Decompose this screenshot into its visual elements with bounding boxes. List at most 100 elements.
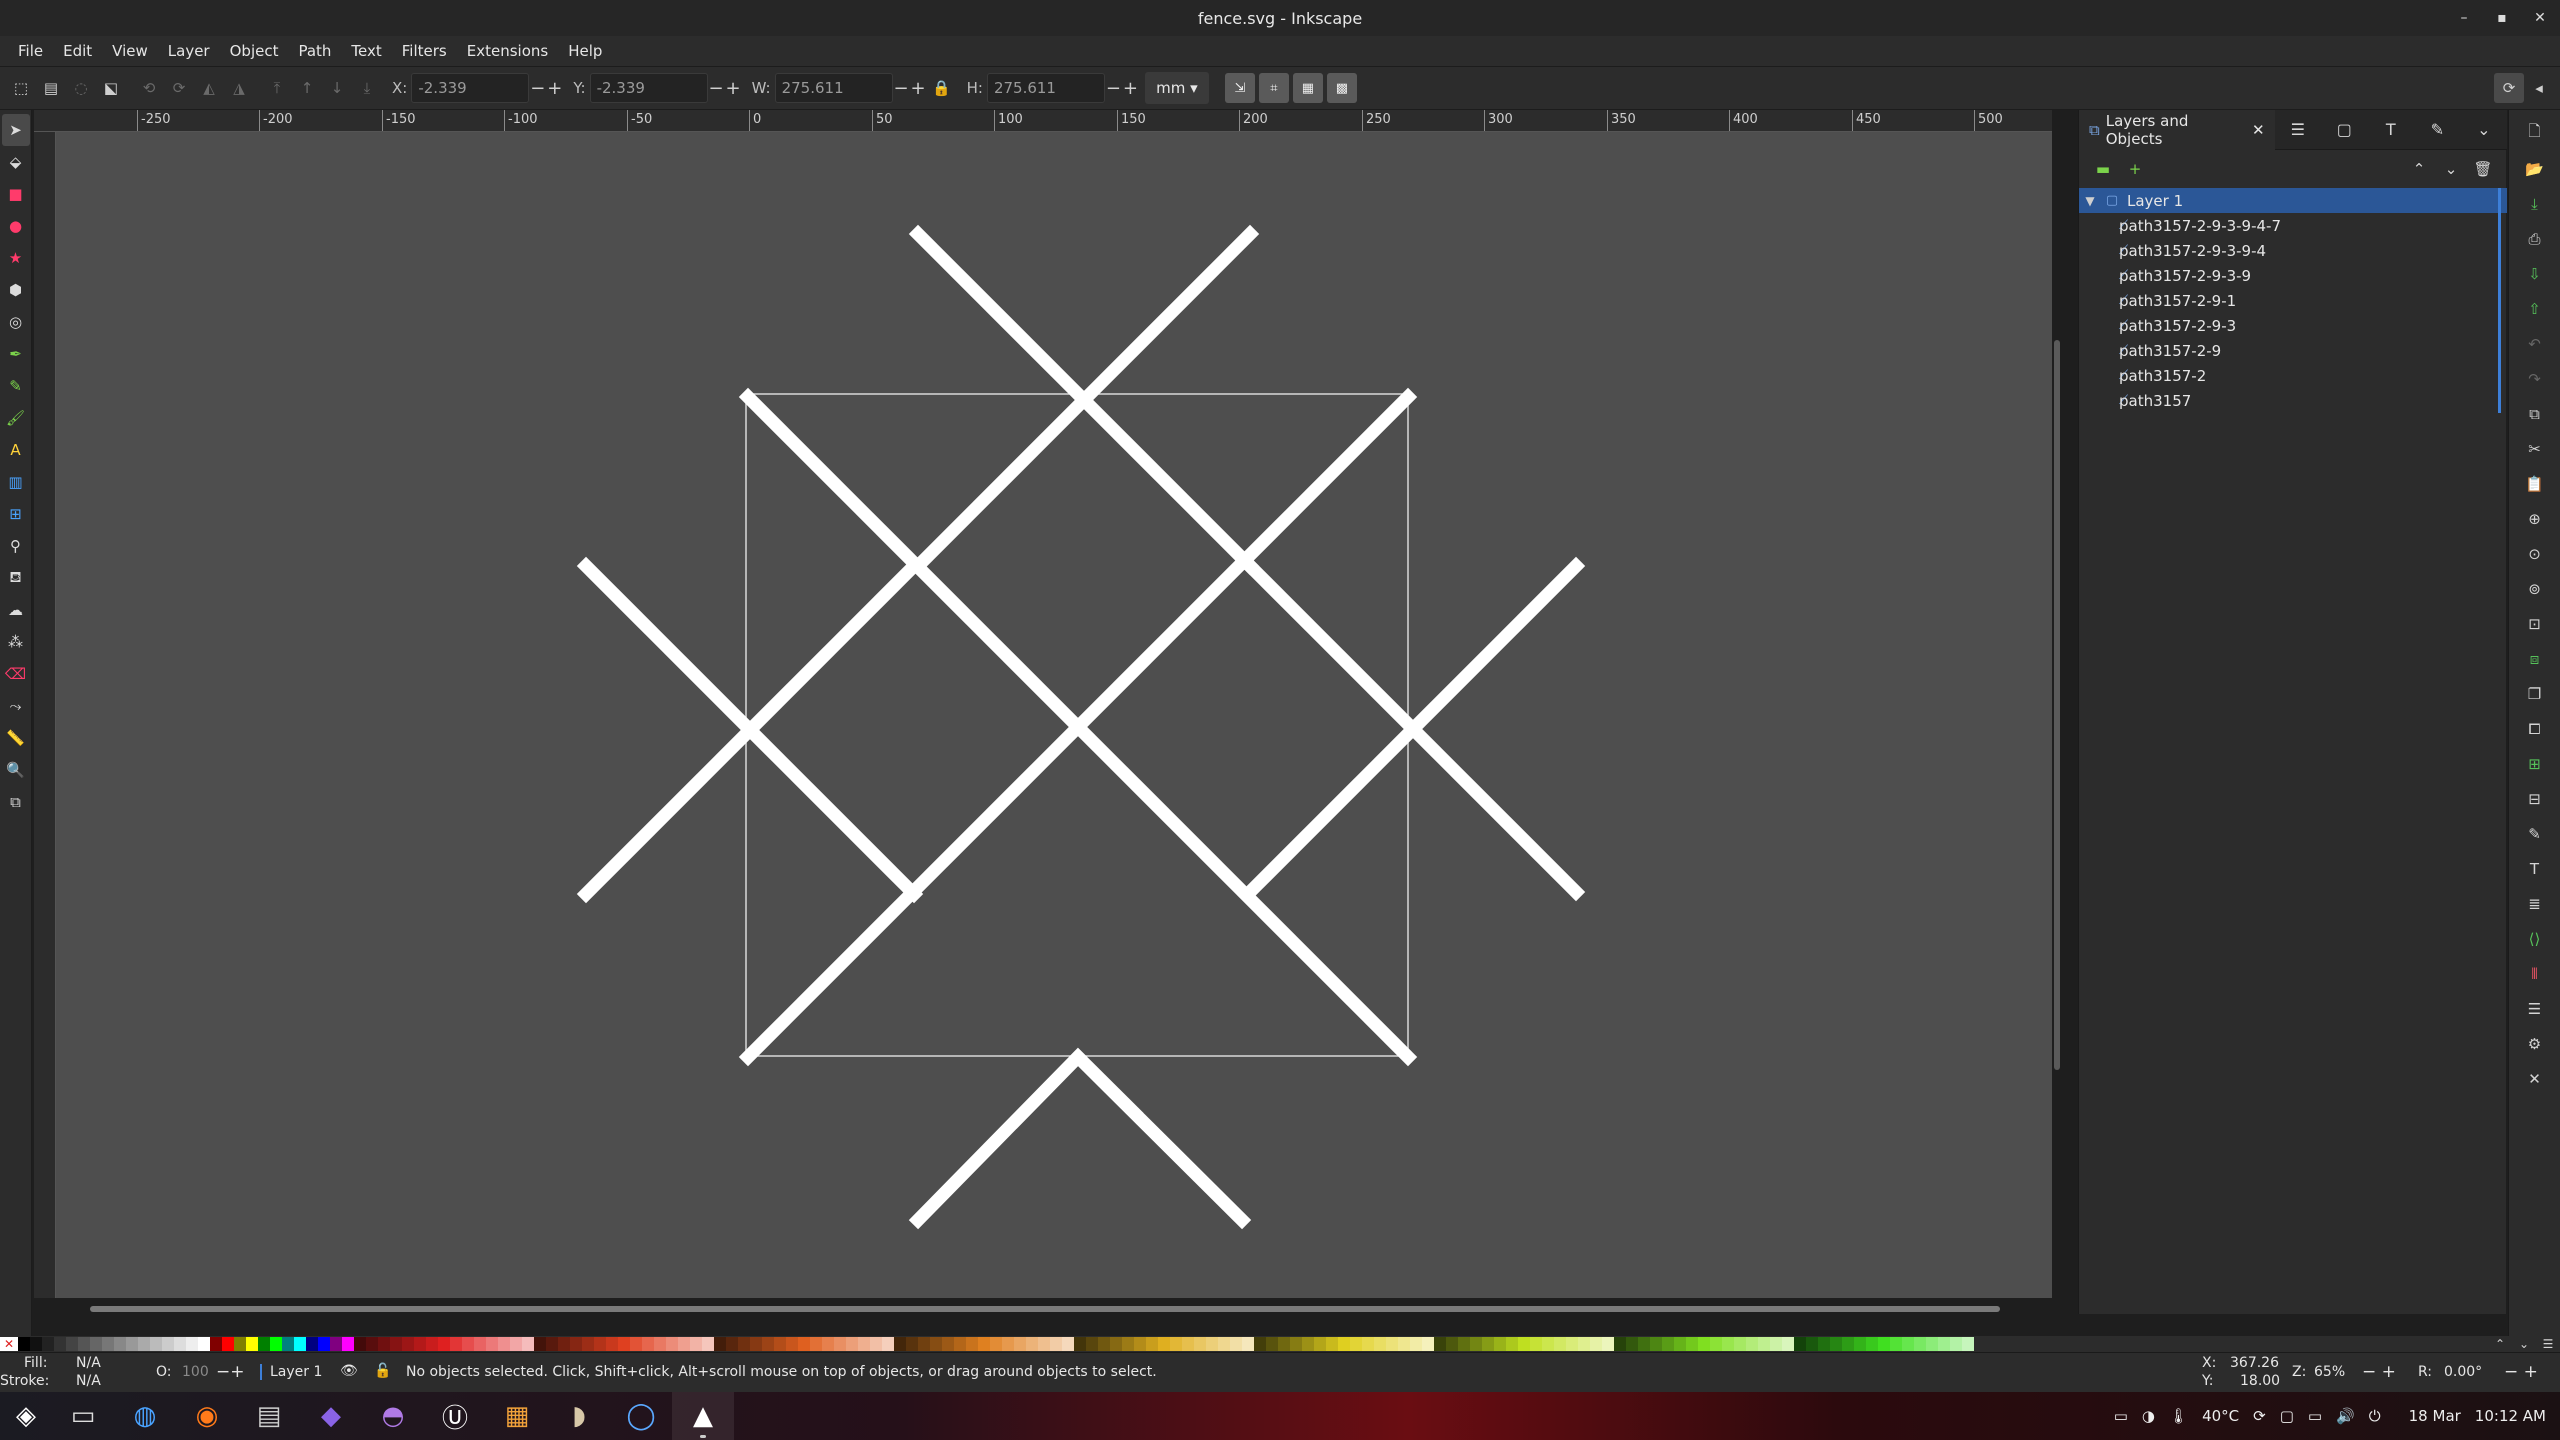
palette-swatch[interactable] xyxy=(1470,1337,1482,1351)
opacity-field[interactable]: 100 xyxy=(182,1364,209,1380)
palette-swatch[interactable] xyxy=(906,1337,918,1351)
palette-swatch[interactable] xyxy=(1254,1337,1266,1351)
vertical-ruler[interactable] xyxy=(34,132,56,1298)
palette-swatch[interactable] xyxy=(1146,1337,1158,1351)
palette-swatch[interactable] xyxy=(1602,1337,1614,1351)
palette-swatch[interactable] xyxy=(1710,1337,1722,1351)
palette-swatch[interactable] xyxy=(1914,1337,1926,1351)
zoom-page-icon[interactable]: ⊚ xyxy=(2519,571,2551,606)
snapping-icon[interactable]: ⟳ xyxy=(2494,73,2524,103)
import-icon[interactable]: ⇩ xyxy=(2519,256,2551,291)
palette-swatch[interactable] xyxy=(1674,1337,1686,1351)
palette-swatch[interactable] xyxy=(1014,1337,1026,1351)
transform-gradients-icon[interactable]: ▦ xyxy=(1292,73,1323,103)
palette-swatch[interactable] xyxy=(1230,1337,1242,1351)
zoom-tool-icon[interactable]: 🔍 xyxy=(2,754,30,786)
palette-swatch[interactable] xyxy=(42,1337,54,1351)
palette-swatch[interactable] xyxy=(678,1337,690,1351)
palette-swatch[interactable] xyxy=(1506,1337,1518,1351)
layers-dialog-icon[interactable]: ≣ xyxy=(2519,886,2551,921)
palette-swatch[interactable] xyxy=(966,1337,978,1351)
w-stepper[interactable]: − + xyxy=(893,78,927,99)
drawing-canvas[interactable] xyxy=(56,132,2052,1298)
gimp-icon[interactable]: ◗ xyxy=(548,1392,610,1440)
palette-swatch[interactable] xyxy=(1170,1337,1182,1351)
palette-swatch[interactable] xyxy=(282,1337,294,1351)
close-icon[interactable]: ✕ xyxy=(2528,6,2552,30)
palette-swatch[interactable] xyxy=(1578,1337,1590,1351)
palette-swatch[interactable] xyxy=(1866,1337,1878,1351)
palette-swatch[interactable] xyxy=(930,1337,942,1351)
palette-swatch[interactable] xyxy=(618,1337,630,1351)
palette-swatch[interactable] xyxy=(1926,1337,1938,1351)
add-layer-icon[interactable]: ▬ xyxy=(2087,154,2119,184)
unlink-clone-icon[interactable]: ⧠ xyxy=(2519,711,2551,746)
fence-line-9[interactable] xyxy=(908,1047,1088,1230)
palette-swatch[interactable] xyxy=(426,1337,438,1351)
zoom-selection-icon[interactable]: ⊕ xyxy=(2519,501,2551,536)
palette-swatch[interactable] xyxy=(30,1337,42,1351)
palette-swatch[interactable] xyxy=(1038,1337,1050,1351)
layer-row[interactable]: ▼ ▢ Layer 1 xyxy=(2079,188,2507,213)
palette-swatch[interactable] xyxy=(126,1337,138,1351)
calligraphy-tool-icon[interactable]: 🖌 xyxy=(2,402,30,434)
palette-swatch[interactable] xyxy=(1446,1337,1458,1351)
palette-swatch[interactable] xyxy=(1050,1337,1062,1351)
copy-icon[interactable]: ⧉ xyxy=(2519,396,2551,431)
fence-line-10[interactable] xyxy=(1068,1047,1252,1230)
palette-swatch[interactable] xyxy=(882,1337,894,1351)
palette-swatch[interactable] xyxy=(714,1337,726,1351)
palette-swatch[interactable] xyxy=(102,1337,114,1351)
palette-swatch[interactable] xyxy=(342,1337,354,1351)
palette-swatch[interactable] xyxy=(1854,1337,1866,1351)
palette-swatch[interactable] xyxy=(1830,1337,1842,1351)
fill-value[interactable]: N/A xyxy=(76,1355,101,1371)
snap-options-chevron-icon[interactable]: ◂ xyxy=(2524,73,2554,103)
document-properties-dialog-icon[interactable]: ☰ xyxy=(2519,991,2551,1026)
palette-swatch[interactable] xyxy=(702,1337,714,1351)
xml-editor-icon[interactable]: ⟨⟩ xyxy=(2519,921,2551,956)
palette-swatch[interactable] xyxy=(438,1337,450,1351)
palette-swatch[interactable] xyxy=(1194,1337,1206,1351)
palette-swatch[interactable] xyxy=(1410,1337,1422,1351)
print-icon[interactable]: ⎙ xyxy=(2519,221,2551,256)
palette-swatch[interactable] xyxy=(294,1337,306,1351)
palette-swatch[interactable] xyxy=(1590,1337,1602,1351)
palette-swatch[interactable] xyxy=(1770,1337,1782,1351)
zoom-stepper[interactable]: − + xyxy=(2362,1362,2396,1382)
palette-swatch[interactable] xyxy=(1302,1337,1314,1351)
palette-swatch[interactable] xyxy=(762,1337,774,1351)
palette-swatch[interactable] xyxy=(1746,1337,1758,1351)
notifications-icon[interactable]: ▭ xyxy=(2308,1407,2322,1425)
zoom-field[interactable]: 65% xyxy=(2314,1364,2345,1380)
group-icon[interactable]: ⊞ xyxy=(2519,746,2551,781)
panel-chevron-down-icon[interactable]: ⌄ xyxy=(2461,110,2507,150)
palette-swatch[interactable] xyxy=(1758,1337,1770,1351)
fill-stroke-dialog-icon[interactable]: ✎ xyxy=(2519,816,2551,851)
clipboard-icon[interactable]: ▢ xyxy=(2280,1407,2294,1425)
palette-swatch[interactable] xyxy=(594,1337,606,1351)
palette-swatch[interactable] xyxy=(570,1337,582,1351)
palette-swatch[interactable] xyxy=(366,1337,378,1351)
palette-swatch[interactable] xyxy=(306,1337,318,1351)
flip-horizontal-icon[interactable]: ◭ xyxy=(194,73,224,103)
unreal-engine-icon[interactable]: Ⓤ xyxy=(424,1392,486,1440)
palette-swatch[interactable] xyxy=(546,1337,558,1351)
palette-swatch[interactable] xyxy=(1626,1337,1638,1351)
inkscape-icon[interactable]: ▲ xyxy=(672,1392,734,1440)
palette-swatch[interactable] xyxy=(1134,1337,1146,1351)
palette-swatch[interactable] xyxy=(1890,1337,1902,1351)
palette-swatch[interactable] xyxy=(114,1337,126,1351)
palette-swatch[interactable] xyxy=(1386,1337,1398,1351)
palette-swatch[interactable] xyxy=(522,1337,534,1351)
discover-store-icon[interactable]: ◍ xyxy=(114,1392,176,1440)
opacity-stepper[interactable]: −+ xyxy=(216,1362,245,1382)
paste-icon[interactable]: 📋 xyxy=(2519,466,2551,501)
y-field[interactable]: -2.339 xyxy=(589,73,708,103)
rotate-cw-icon[interactable]: ⟳ xyxy=(164,73,194,103)
object-row[interactable]: ⟋ path3157-2-9 xyxy=(2079,338,2507,363)
select-all-icon[interactable]: ⬚ xyxy=(6,73,36,103)
spiral-tool-icon[interactable]: ◎ xyxy=(2,306,30,338)
ellipse-tool-icon[interactable]: ● xyxy=(2,210,30,242)
palette-swatch[interactable] xyxy=(234,1337,246,1351)
